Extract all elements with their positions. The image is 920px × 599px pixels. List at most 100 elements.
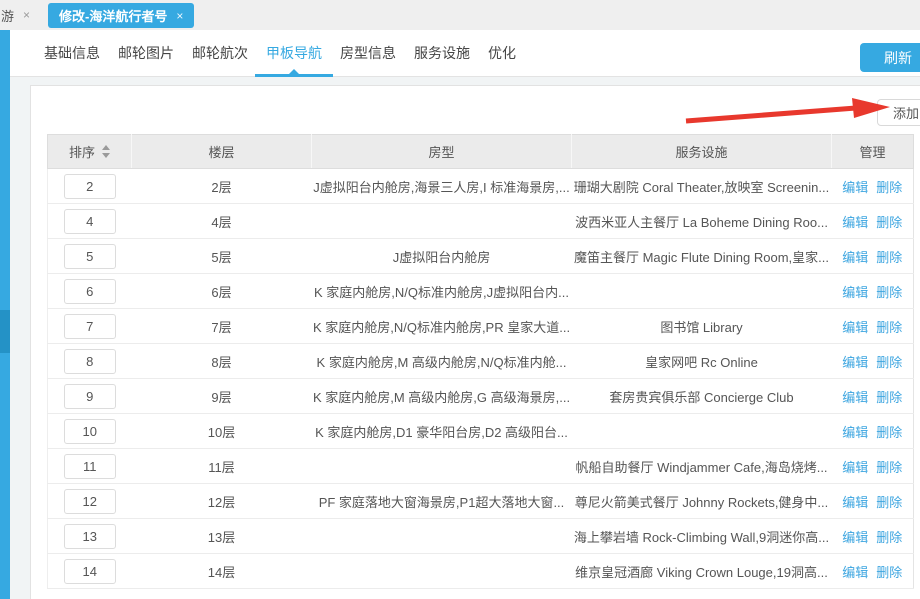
room-type-cell <box>312 554 572 589</box>
window-tab-strip: 游 × 修改-海洋航行者号 × <box>0 0 920 30</box>
sort-icon[interactable] <box>102 145 110 158</box>
close-icon[interactable]: × <box>23 8 30 22</box>
detail-tab-服务设施[interactable]: 服务设施 <box>405 30 479 76</box>
sort-order-input[interactable] <box>64 279 116 304</box>
header-manage: 管理 <box>832 135 914 169</box>
header-facility: 服务设施 <box>572 135 832 169</box>
header-floor: 楼层 <box>132 135 312 169</box>
deck-nav-panel: 添加 排序 楼层 房型 服务设施 管理 <box>30 85 920 599</box>
delete-link[interactable]: 删除 <box>876 530 902 545</box>
sort-order-input[interactable] <box>64 524 116 549</box>
refresh-button[interactable]: 刷新 <box>860 43 920 72</box>
edit-link[interactable]: 编辑 <box>842 460 868 475</box>
floor-cell: 10层 <box>132 414 312 449</box>
edit-link[interactable]: 编辑 <box>842 530 868 545</box>
floor-cell: 6层 <box>132 274 312 309</box>
table-row: 5层 J虚拟阳台内舱房 魔笛主餐厅 Magic Flute Dining Roo… <box>48 239 914 274</box>
facility-cell: 套房贵宾俱乐部 Concierge Club <box>572 379 832 414</box>
room-type-cell: J虚拟阳台内舱房 <box>312 239 572 274</box>
table-row: 14层 维京皇冠酒廊 Viking Crown Louge,19洞高... 编辑… <box>48 554 914 589</box>
delete-link[interactable]: 删除 <box>876 460 902 475</box>
sort-order-input[interactable] <box>64 559 116 584</box>
delete-link[interactable]: 删除 <box>876 250 902 265</box>
edit-link[interactable]: 编辑 <box>842 215 868 230</box>
table-header-row: 排序 楼层 房型 服务设施 管理 <box>48 135 914 169</box>
detail-tabs: 基础信息邮轮图片邮轮航次甲板导航房型信息服务设施优化 <box>35 30 525 76</box>
edit-link[interactable]: 编辑 <box>842 250 868 265</box>
room-type-cell: K 家庭内舱房,D1 豪华阳台房,D2 高级阳台... <box>312 414 572 449</box>
floor-cell: 11层 <box>132 449 312 484</box>
room-type-cell: K 家庭内舱房,M 高级内舱房,G 高级海景房,... <box>312 379 572 414</box>
delete-link[interactable]: 删除 <box>876 425 902 440</box>
table-row: 4层 波西米亚人主餐厅 La Boheme Dining Roo... 编辑删除 <box>48 204 914 239</box>
delete-link[interactable]: 删除 <box>876 215 902 230</box>
facility-cell <box>572 274 832 309</box>
sort-order-input[interactable] <box>64 489 116 514</box>
table-row: 2层 J虚拟阳台内舱房,海景三人房,I 标准海景房,... 珊瑚大剧院 Cora… <box>48 169 914 204</box>
delete-link[interactable]: 删除 <box>876 390 902 405</box>
table-row: 11层 帆船自助餐厅 Windjammer Cafe,海岛烧烤... 编辑删除 <box>48 449 914 484</box>
sidebar-active-item[interactable] <box>0 310 10 353</box>
detail-tab-优化[interactable]: 优化 <box>479 30 525 76</box>
edit-link[interactable]: 编辑 <box>842 495 868 510</box>
detail-tab-邮轮航次[interactable]: 邮轮航次 <box>183 30 257 76</box>
room-type-cell: J虚拟阳台内舱房,海景三人房,I 标准海景房,... <box>312 169 572 204</box>
floor-cell: 14层 <box>132 554 312 589</box>
edit-link[interactable]: 编辑 <box>842 565 868 580</box>
sort-order-input[interactable] <box>64 209 116 234</box>
edit-link[interactable]: 编辑 <box>842 180 868 195</box>
room-type-cell: K 家庭内舱房,N/Q标准内舱房,PR 皇家大道... <box>312 309 572 344</box>
room-type-cell <box>312 449 572 484</box>
edit-link[interactable]: 编辑 <box>842 425 868 440</box>
window-tab-active[interactable]: 修改-海洋航行者号 × <box>48 3 194 28</box>
sort-order-input[interactable] <box>64 349 116 374</box>
floor-cell: 7层 <box>132 309 312 344</box>
facility-cell: 尊尼火箭美式餐厅 Johnny Rockets,健身中... <box>572 484 832 519</box>
edit-link[interactable]: 编辑 <box>842 320 868 335</box>
sort-order-input[interactable] <box>64 174 116 199</box>
delete-link[interactable]: 删除 <box>876 285 902 300</box>
table-row: 7层 K 家庭内舱房,N/Q标准内舱房,PR 皇家大道... 图书馆 Libra… <box>48 309 914 344</box>
floor-cell: 12层 <box>132 484 312 519</box>
floor-cell: 13层 <box>132 519 312 554</box>
detail-tab-房型信息[interactable]: 房型信息 <box>331 30 405 76</box>
sort-order-input[interactable] <box>64 419 116 444</box>
floor-cell: 9层 <box>132 379 312 414</box>
facility-cell: 海上攀岩墙 Rock-Climbing Wall,9洞迷你高... <box>572 519 832 554</box>
detail-tab-邮轮图片[interactable]: 邮轮图片 <box>109 30 183 76</box>
table-row: 13层 海上攀岩墙 Rock-Climbing Wall,9洞迷你高... 编辑… <box>48 519 914 554</box>
header-sort[interactable]: 排序 <box>48 135 132 169</box>
edit-link[interactable]: 编辑 <box>842 390 868 405</box>
facility-cell: 魔笛主餐厅 Magic Flute Dining Room,皇家... <box>572 239 832 274</box>
window-tab-background[interactable]: 游 × <box>1 0 30 30</box>
detail-tab-基础信息[interactable]: 基础信息 <box>35 30 109 76</box>
delete-link[interactable]: 删除 <box>876 355 902 370</box>
sidebar-collapsed[interactable] <box>0 30 10 599</box>
edit-link[interactable]: 编辑 <box>842 355 868 370</box>
delete-link[interactable]: 删除 <box>876 495 902 510</box>
edit-link[interactable]: 编辑 <box>842 285 868 300</box>
table-row: 9层 K 家庭内舱房,M 高级内舱房,G 高级海景房,... 套房贵宾俱乐部 C… <box>48 379 914 414</box>
sort-order-input[interactable] <box>64 244 116 269</box>
table-row: 12层 PF 家庭落地大窗海景房,P1超大落地大窗... 尊尼火箭美式餐厅 Jo… <box>48 484 914 519</box>
room-type-cell: K 家庭内舱房,M 高级内舱房,N/Q标准内舱... <box>312 344 572 379</box>
floor-cell: 8层 <box>132 344 312 379</box>
facility-cell <box>572 414 832 449</box>
header-room-type: 房型 <box>312 135 572 169</box>
sort-order-input[interactable] <box>64 454 116 479</box>
table-row: 8层 K 家庭内舱房,M 高级内舱房,N/Q标准内舱... 皇家网吧 Rc On… <box>48 344 914 379</box>
close-icon[interactable]: × <box>176 9 183 23</box>
content-area: 添加 排序 楼层 房型 服务设施 管理 <box>10 77 920 599</box>
facility-cell: 波西米亚人主餐厅 La Boheme Dining Roo... <box>572 204 832 239</box>
deck-table: 排序 楼层 房型 服务设施 管理 2层 J虚拟阳台内舱房,海景三人房,I 标准海… <box>47 134 914 589</box>
sort-order-input[interactable] <box>64 384 116 409</box>
detail-tab-甲板导航[interactable]: 甲板导航 <box>257 30 331 76</box>
facility-cell: 图书馆 Library <box>572 309 832 344</box>
delete-link[interactable]: 删除 <box>876 320 902 335</box>
facility-cell: 帆船自助餐厅 Windjammer Cafe,海岛烧烤... <box>572 449 832 484</box>
add-button[interactable]: 添加 <box>877 99 920 126</box>
table-row: 6层 K 家庭内舱房,N/Q标准内舱房,J虚拟阳台内... 编辑删除 <box>48 274 914 309</box>
delete-link[interactable]: 删除 <box>876 565 902 580</box>
sort-order-input[interactable] <box>64 314 116 339</box>
delete-link[interactable]: 删除 <box>876 180 902 195</box>
